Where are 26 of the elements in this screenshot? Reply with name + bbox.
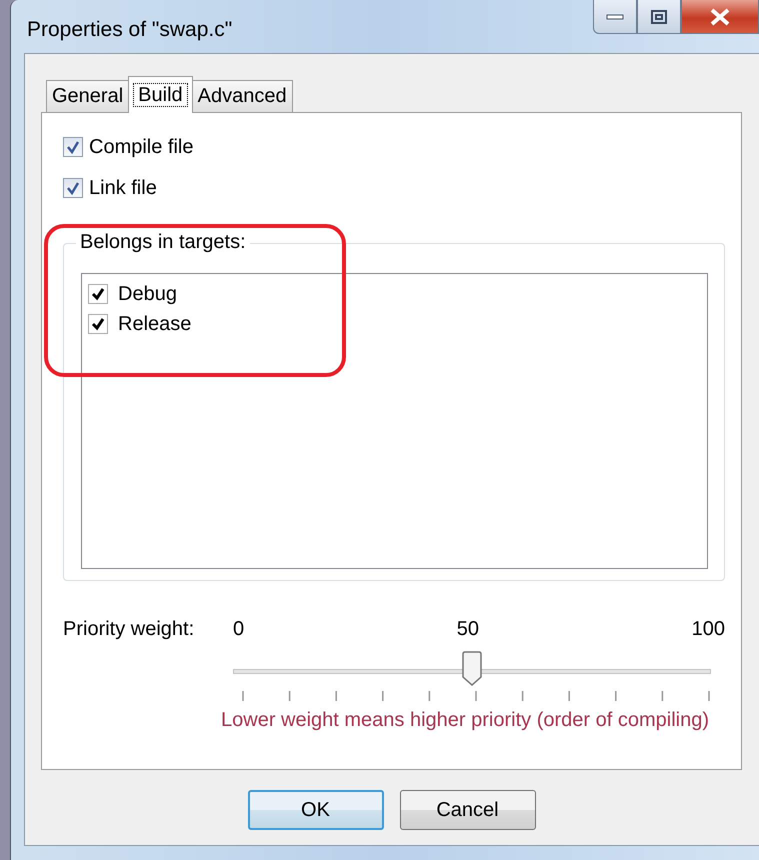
close-icon [708, 6, 732, 26]
checkbox-label: Compile file [89, 136, 194, 159]
slider-thumb[interactable] [461, 651, 483, 688]
group-title: Belongs in targets: [76, 231, 250, 254]
minimize-button[interactable] [593, 0, 637, 34]
maximize-icon [650, 8, 668, 24]
scale-label: 0 [233, 618, 244, 642]
maximize-button[interactable] [637, 0, 681, 34]
close-button[interactable] [681, 0, 759, 34]
scale-label: 50 [456, 618, 479, 642]
tab[interactable]: Advanced [192, 80, 293, 112]
checkbox[interactable] [63, 137, 83, 158]
checkbox[interactable] [88, 314, 108, 334]
tab[interactable]: General [46, 80, 130, 112]
target-label[interactable]: Release [118, 312, 192, 336]
window-title: Properties of "swap.c" [27, 18, 232, 42]
checkbox-label: Link file [89, 176, 157, 200]
minimize-icon [606, 12, 624, 20]
checkbox[interactable] [63, 178, 83, 198]
tab[interactable]: Build [128, 76, 193, 114]
checkbox[interactable] [88, 284, 108, 304]
hint-text: Lower weight means higher priority (order of compiling) [221, 709, 710, 732]
dialog-button[interactable]: Cancel [400, 790, 536, 830]
target-label[interactable]: Debug [118, 282, 177, 306]
scale-label: 100 [692, 618, 725, 642]
dialog-button[interactable]: OK [248, 790, 384, 830]
